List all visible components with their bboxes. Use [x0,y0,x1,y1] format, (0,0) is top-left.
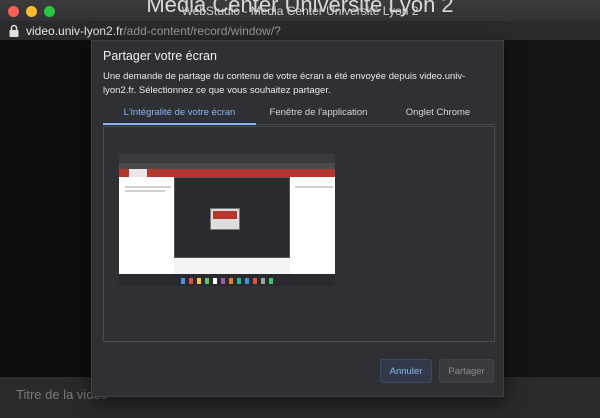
dock-icon [197,278,201,284]
url-domain: video.univ-lyon2.fr [26,24,124,38]
thumbnail-site-header [119,169,335,177]
page-right-panel [504,40,600,418]
address-bar[interactable]: video.univ-lyon2.fr/add-content/record/w… [0,22,600,40]
thumbnail-nested-dialog [174,177,290,258]
screen-thumbnail[interactable] [117,152,337,288]
share-screen-dialog: Partager votre écran Une demande de part… [91,40,504,397]
dock-icon [205,278,209,284]
dock-icon [269,278,273,284]
tab-application-window[interactable]: Fenêtre de l'application [256,103,381,125]
dock-icon [245,278,249,284]
thumbnail-text-line [125,190,165,192]
dialog-title: Partager votre écran [103,49,217,63]
share-button[interactable]: Partager [439,359,494,383]
url-path: /add-content/record/window/? [123,24,281,38]
thumbnail-logo [129,169,147,177]
dialog-description: Une demande de partage du contenu de vot… [103,71,466,96]
dock-icon [253,278,257,284]
window-titlebar: Media Center Université Lyon 2 WebStudio… [0,0,600,22]
dock-icon [181,278,185,284]
page-left-panel [0,40,90,418]
dock-icon [261,278,265,284]
cancel-button[interactable]: Annuler [380,359,432,383]
thumbnail-text-line [125,186,171,188]
thumbnail-text-line [295,186,333,188]
dock-icon [213,278,217,284]
window-title: WebStudio - Media Center Université Lyon… [181,4,419,18]
thumbnail-dock [119,274,335,286]
thumbnail-right-content [290,177,335,274]
screen-preview-area [103,126,495,342]
url-text[interactable]: video.univ-lyon2.fr/add-content/record/w… [26,24,281,38]
thumbnail-menubar [119,154,335,163]
tab-chrome-tab[interactable]: Onglet Chrome [381,103,495,125]
dock-icon [229,278,233,284]
share-tabs: L'intégralité de votre écran Fenêtre de … [103,103,495,125]
lock-icon [9,24,19,37]
dock-icon [237,278,241,284]
thumbnail-nested-header [213,211,237,219]
dock-icon [221,278,225,284]
dock-icon [189,278,193,284]
tab-entire-screen[interactable]: L'intégralité de votre écran [103,103,256,125]
